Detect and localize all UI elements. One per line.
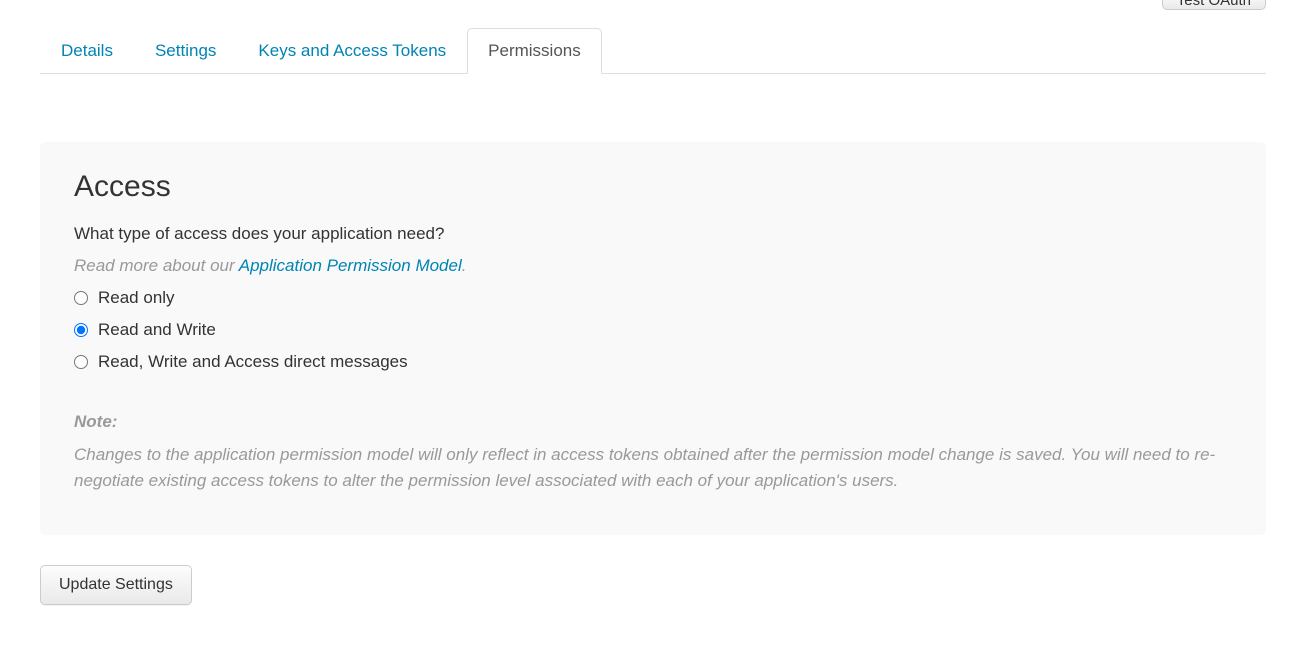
radio-label-read-write-dm: Read, Write and Access direct messages — [98, 352, 408, 372]
radio-row-read-write[interactable]: Read and Write — [74, 314, 1232, 346]
access-panel: Access What type of access does your app… — [40, 142, 1266, 535]
radio-label-read-write: Read and Write — [98, 320, 216, 340]
test-oauth-button[interactable]: Test OAuth — [1162, 0, 1266, 10]
tab-settings[interactable]: Settings — [134, 28, 237, 74]
access-radio-group: Read only Read and Write Read, Write and… — [74, 282, 1232, 378]
access-heading: Access — [74, 170, 1232, 204]
help-suffix: . — [462, 256, 467, 275]
tab-details[interactable]: Details — [40, 28, 134, 74]
note-label: Note: — [74, 412, 1232, 432]
radio-row-read-only[interactable]: Read only — [74, 282, 1232, 314]
help-prefix: Read more about our — [74, 256, 239, 275]
access-question: What type of access does your applicatio… — [74, 224, 1232, 244]
tab-permissions[interactable]: Permissions — [467, 28, 602, 74]
update-settings-button[interactable]: Update Settings — [40, 565, 192, 605]
radio-read-write-dm[interactable] — [74, 355, 88, 369]
access-help-text: Read more about our Application Permissi… — [74, 256, 1232, 276]
radio-row-read-write-dm[interactable]: Read, Write and Access direct messages — [74, 346, 1232, 378]
radio-read-write[interactable] — [74, 323, 88, 337]
tab-keys-tokens[interactable]: Keys and Access Tokens — [237, 28, 467, 74]
radio-read-only[interactable] — [74, 291, 88, 305]
radio-label-read-only: Read only — [98, 288, 175, 308]
tabs-nav: Details Settings Keys and Access Tokens … — [40, 28, 1266, 74]
note-body: Changes to the application permission mo… — [74, 442, 1232, 493]
permission-model-link[interactable]: Application Permission Model — [239, 256, 462, 275]
